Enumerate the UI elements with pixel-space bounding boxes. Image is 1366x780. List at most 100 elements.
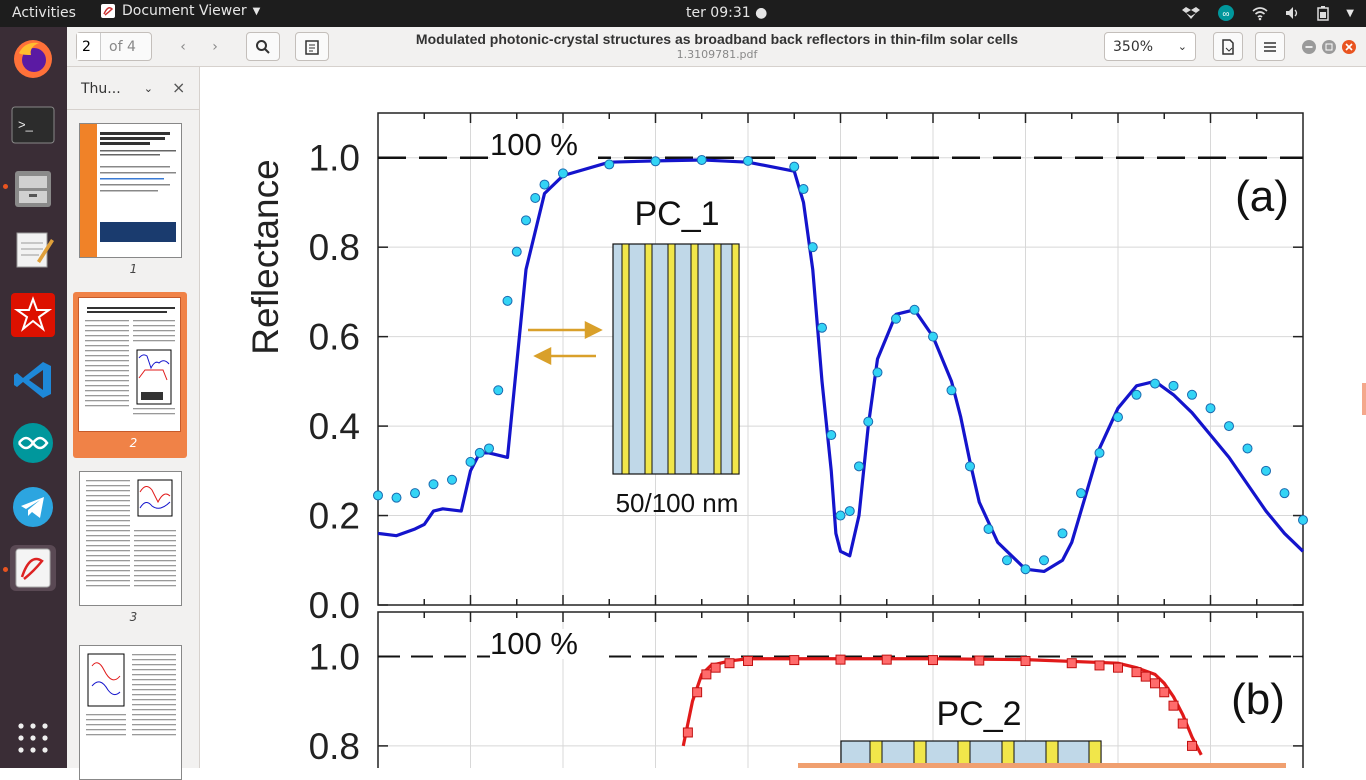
data-point: [1205, 403, 1216, 414]
document-viewer-icon: [15, 548, 51, 588]
data-point: [974, 655, 985, 666]
page-number-input[interactable]: [77, 33, 101, 60]
terminal-launcher[interactable]: >_: [10, 102, 56, 148]
zoom-select[interactable]: 350% ⌄: [1104, 32, 1196, 61]
app-menu[interactable]: Document Viewer ▼: [100, 3, 260, 19]
document-page-view[interactable]: Reflectance 1.0 0.8 0.6 0.4 0.2 0.0 100 % (a)…: [200, 67, 1366, 768]
data-point: [1159, 687, 1170, 698]
firefox-launcher[interactable]: [10, 36, 56, 82]
launcher-dock: >_: [0, 27, 67, 768]
data-point: [1113, 412, 1123, 423]
telegram-launcher[interactable]: [10, 484, 56, 530]
annotations-button[interactable]: [295, 32, 329, 61]
close-sidebar-button[interactable]: ×: [172, 78, 185, 97]
running-indicator: [3, 184, 8, 189]
data-point: [1094, 447, 1105, 458]
data-point: [692, 687, 703, 698]
notepad-icon: [305, 39, 319, 55]
panel-b: 1.0 0.8 100 % (b) PC_2: [309, 611, 1304, 768]
search-button[interactable]: [246, 32, 280, 61]
thumbnail-page-2[interactable]: [78, 297, 181, 432]
data-point: [650, 156, 661, 167]
page-selector[interactable]: of 4: [76, 32, 152, 61]
chevron-left-icon: ‹: [180, 38, 186, 55]
data-point: [1057, 528, 1068, 539]
data-point: [743, 155, 753, 166]
previous-page-button[interactable]: ‹: [167, 32, 199, 61]
system-tray[interactable]: ∞ ▼: [1182, 4, 1354, 22]
data-point: [854, 461, 864, 472]
window-controls: [1302, 40, 1356, 54]
next-page-button[interactable]: ›: [199, 32, 231, 61]
y-tick-label: 0.8: [309, 726, 360, 767]
data-point: [965, 461, 975, 472]
thumbnail-page-1[interactable]: [79, 123, 182, 258]
data-point: [474, 447, 485, 458]
data-point: [1168, 700, 1179, 711]
battery-icon[interactable]: [1316, 5, 1330, 21]
data-point: [743, 655, 753, 666]
scroll-indicator[interactable]: [1362, 383, 1366, 415]
panel-a: 1.0 0.8 0.6 0.4 0.2 0.0 100 % (a) PC_1 50/100…: [309, 112, 1308, 626]
data-point: [1168, 380, 1179, 391]
y-tick-label: 1.0: [309, 138, 360, 179]
panel-b-ticks: 1.0 0.8: [309, 612, 1303, 767]
data-point: [1076, 488, 1086, 499]
data-point: [530, 192, 541, 203]
data-point: [373, 490, 383, 501]
activities-button[interactable]: Activities: [12, 5, 76, 21]
chevron-down-icon: ▼: [252, 5, 261, 17]
firefox-icon: [14, 40, 52, 78]
maximize-button[interactable]: [1322, 40, 1336, 54]
files-launcher[interactable]: [10, 166, 56, 212]
data-point: [558, 168, 568, 179]
data-point: [1298, 515, 1308, 526]
structure-b-label: PC_2: [936, 695, 1021, 733]
zoom-level: 350%: [1113, 38, 1154, 55]
data-point: [1242, 443, 1253, 454]
y-tick-label: 0.4: [309, 406, 360, 447]
send-to-button[interactable]: [1213, 32, 1243, 61]
photonic-crystal-stack-a: [612, 243, 740, 475]
thumbnail-page-4[interactable]: [79, 645, 182, 780]
data-point: [1187, 389, 1197, 400]
thumbnail-page-2-selected[interactable]: 2: [73, 292, 187, 458]
close-button[interactable]: [1342, 40, 1356, 54]
minimize-button[interactable]: [1302, 40, 1316, 54]
data-point: [928, 655, 938, 666]
volume-icon[interactable]: [1284, 5, 1300, 21]
menu-button[interactable]: [1255, 32, 1285, 61]
dropbox-icon[interactable]: [1182, 5, 1201, 21]
mathematica-launcher[interactable]: [10, 292, 56, 338]
running-indicator: [3, 567, 8, 572]
photonic-crystal-stack-b: [798, 740, 1286, 768]
reference-label-b: 100 %: [490, 626, 578, 661]
vscode-launcher[interactable]: [10, 357, 56, 403]
data-point: [909, 304, 920, 315]
thumbnail-label: 3: [129, 610, 138, 624]
data-point: [1187, 740, 1197, 751]
thumbnail-page-3[interactable]: [79, 471, 182, 606]
document-viewer-launcher[interactable]: [10, 545, 56, 591]
chevron-down-icon: ⌄: [143, 82, 153, 95]
arduino-launcher[interactable]: [10, 420, 56, 466]
terminal-icon: >_: [11, 106, 55, 144]
wifi-icon[interactable]: [1252, 5, 1268, 21]
data-point: [881, 654, 892, 665]
data-point: [1094, 660, 1105, 671]
text-editor-launcher[interactable]: [10, 227, 56, 273]
search-icon: [256, 39, 270, 54]
arduino-tray-icon[interactable]: ∞: [1216, 4, 1236, 22]
clock[interactable]: ter 09:31 ●: [686, 5, 767, 21]
data-point: [724, 658, 735, 669]
data-point: [1140, 671, 1151, 682]
svg-text:∞: ∞: [1223, 9, 1230, 20]
data-point: [983, 523, 994, 534]
chevron-down-icon[interactable]: ▼: [1346, 8, 1354, 19]
show-applications-button[interactable]: [10, 715, 56, 761]
notepad-icon: [16, 232, 54, 268]
sidebar-mode-selector[interactable]: Thu... ⌄: [71, 75, 161, 102]
y-tick-label: 0.8: [309, 227, 360, 268]
document-title: Modulated photonic-crystal structures as…: [415, 31, 1019, 47]
vscode-icon: [14, 362, 51, 398]
